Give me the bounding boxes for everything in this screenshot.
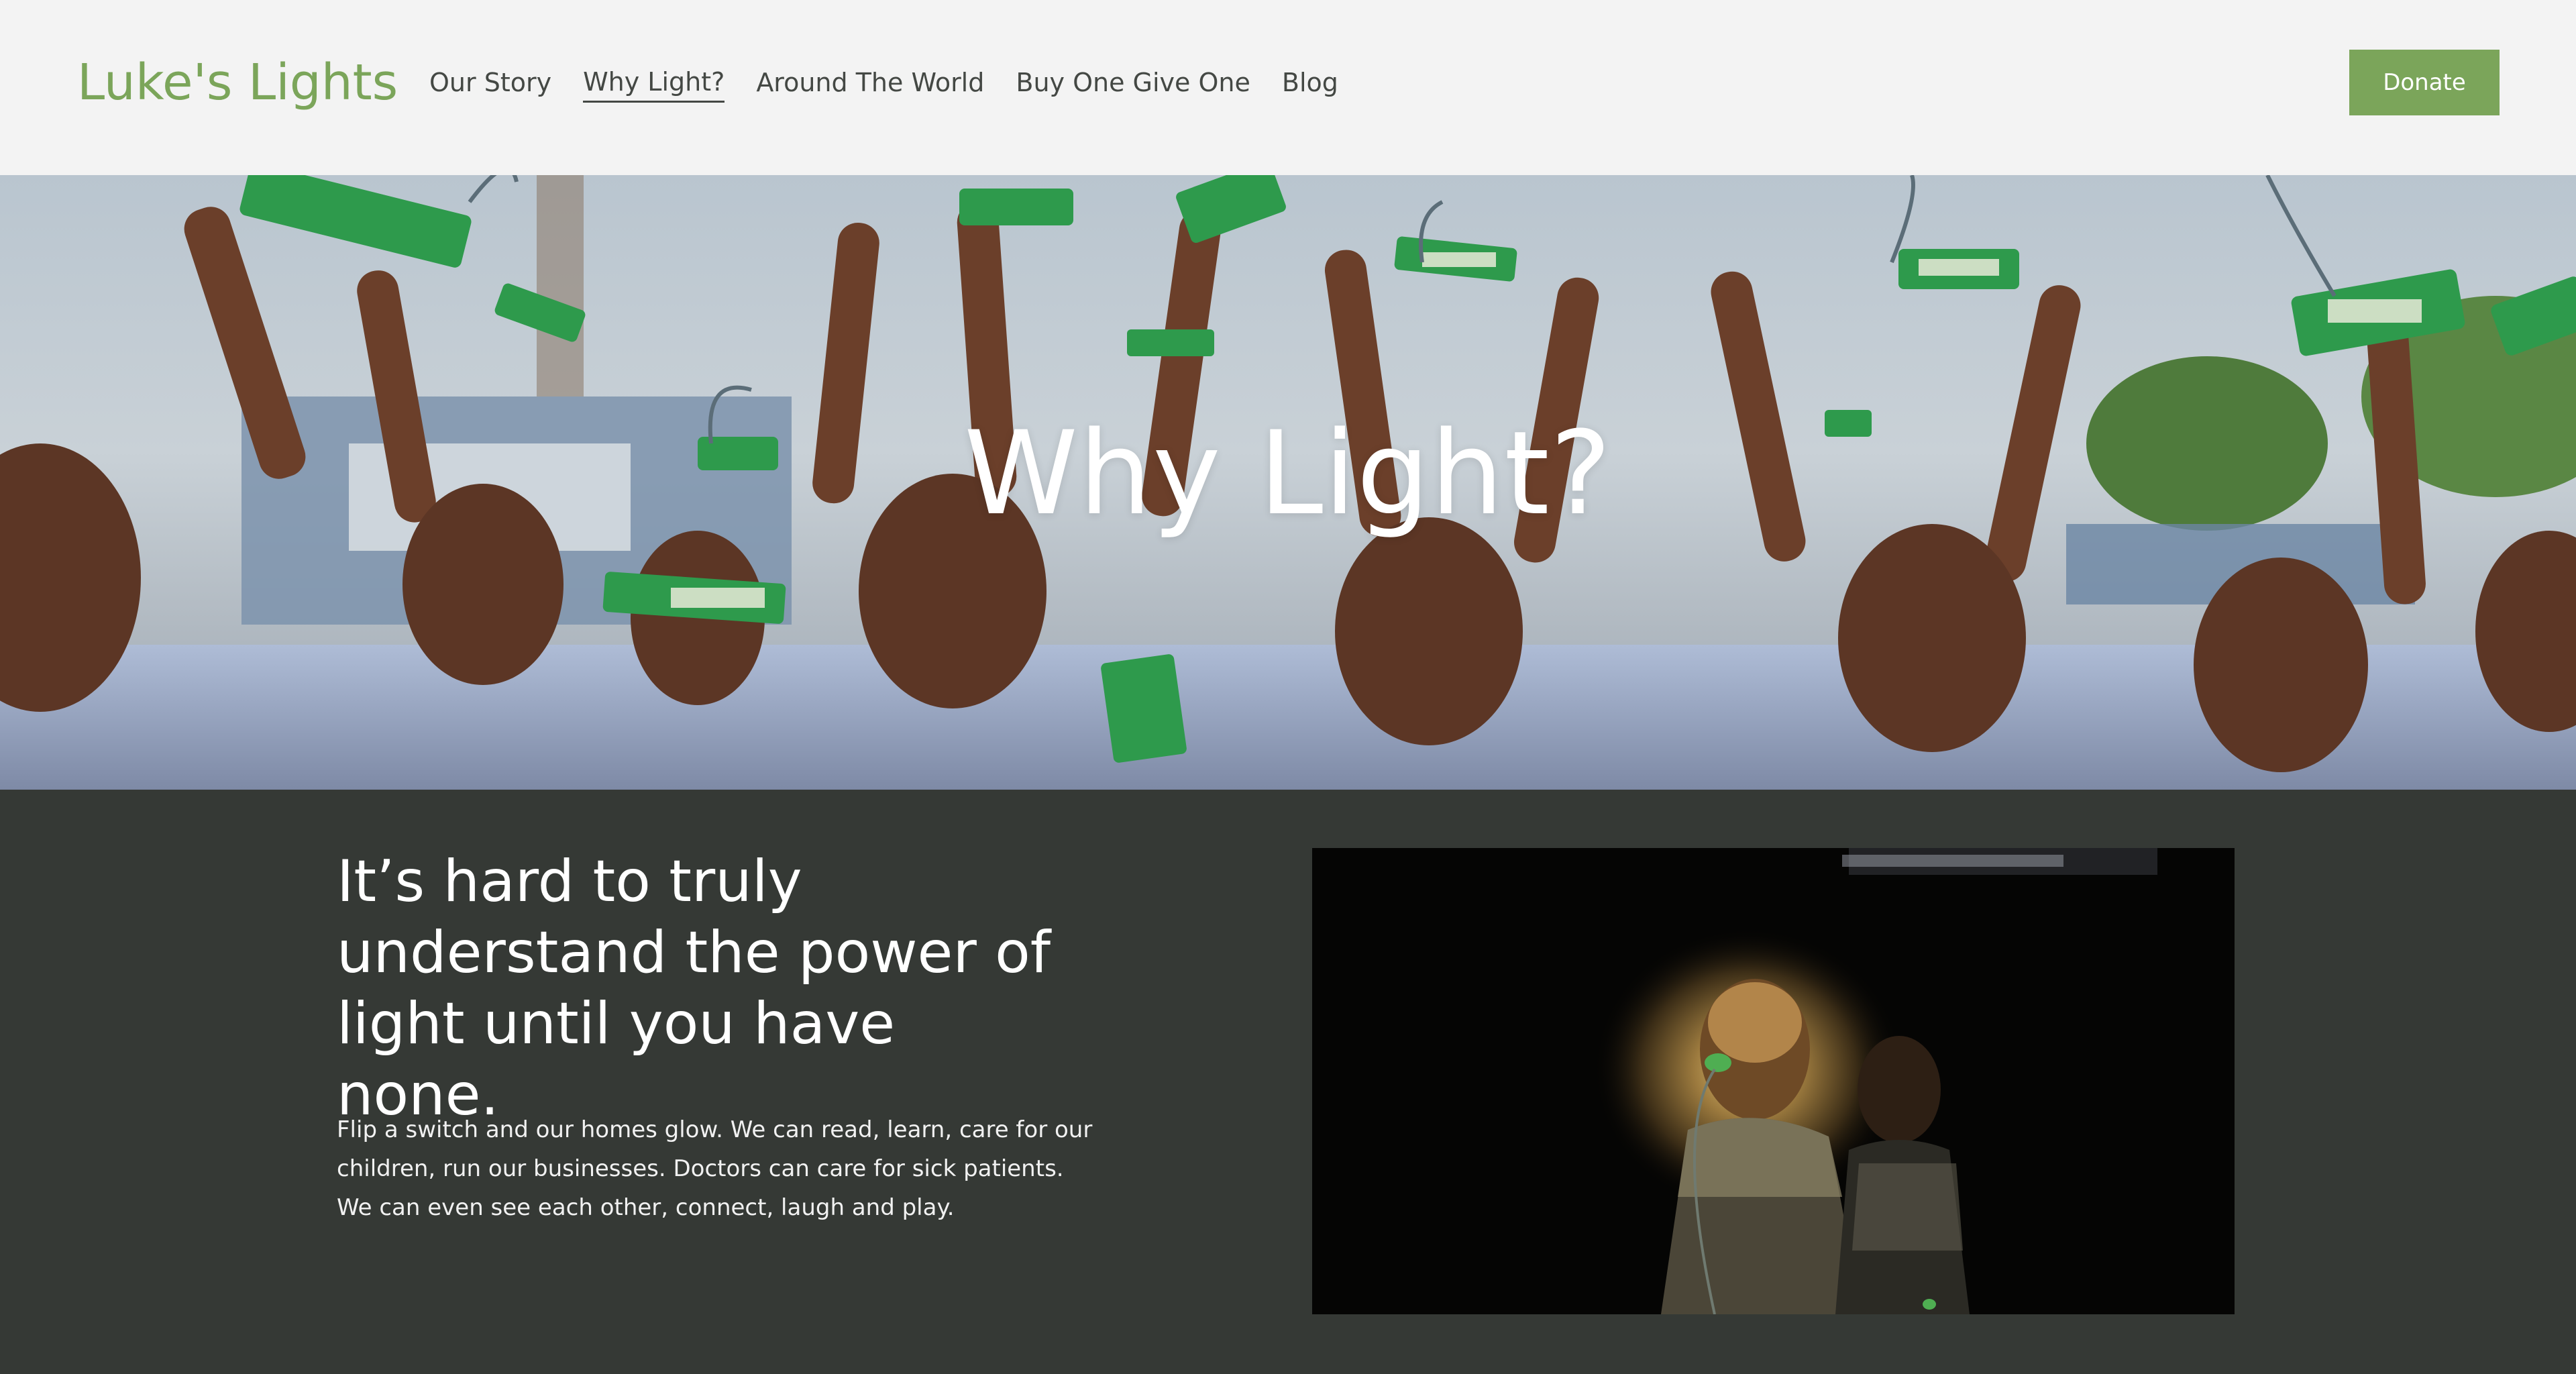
intro-body-text: Flip a switch and our homes glow. We can… — [337, 1116, 1093, 1221]
hero-banner: Why Light? — [0, 175, 2576, 790]
nav-item-blog[interactable]: Blog — [1282, 65, 1338, 101]
site-header: Luke's Lights Our Story Why Light? Aroun… — [0, 0, 2576, 175]
nav-item-around-the-world[interactable]: Around The World — [756, 65, 984, 101]
nav-item-our-story[interactable]: Our Story — [429, 65, 551, 101]
intro-headline: It’s hard to truly understand the power … — [337, 848, 1051, 1128]
nav-item-why-light[interactable]: Why Light? — [583, 64, 725, 103]
donate-button[interactable]: Donate — [2349, 50, 2500, 115]
intro-section: It’s hard to truly understand the power … — [0, 790, 2576, 1374]
photo-children-in-dark-with-lamp — [1312, 848, 2235, 1314]
main-nav: Our Story Why Light? Around The World Bu… — [429, 64, 1370, 103]
site-logo[interactable]: Luke's Lights — [77, 52, 398, 113]
nav-item-buy-one-give-one[interactable]: Buy One Give One — [1016, 65, 1250, 101]
hero-title: Why Light? — [963, 406, 1613, 541]
